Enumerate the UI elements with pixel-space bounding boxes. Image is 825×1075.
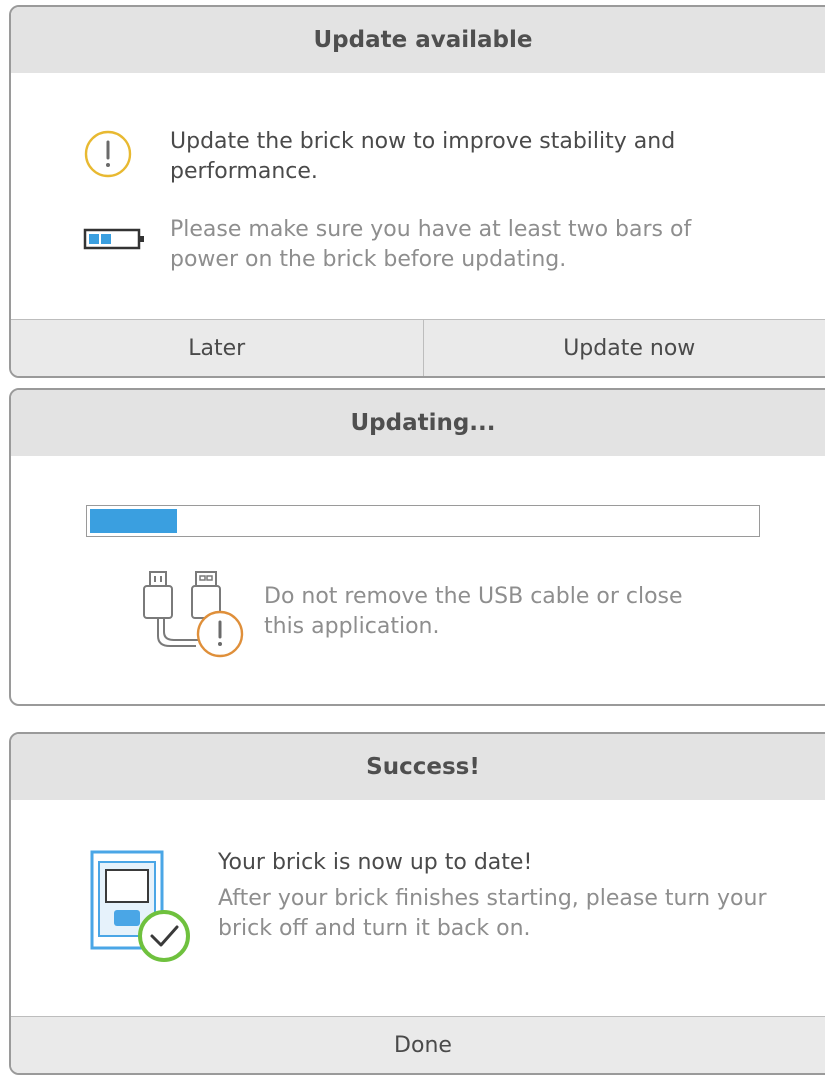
battery-icon (83, 227, 145, 257)
progress-fill (90, 509, 177, 533)
success-button-row: Done (11, 1016, 825, 1073)
usb-cable-warning-icon (136, 570, 246, 660)
dialog-title: Updating... (11, 390, 825, 456)
update-now-button[interactable]: Update now (423, 320, 825, 376)
battery-note-row: Please make sure you have at least two b… (83, 215, 760, 275)
usb-warning-row: Do not remove the USB cable or close thi… (136, 570, 694, 660)
success-headline: Your brick is now up to date! (218, 848, 778, 878)
success-text-block: Your brick is now up to date! After your… (218, 848, 778, 944)
usb-warning-text: Do not remove the USB cable or close thi… (264, 582, 694, 642)
update-message: Update the brick now to improve stabilit… (170, 127, 730, 187)
brick-check-icon (86, 846, 196, 971)
success-instruction: After your brick finishes starting, plea… (218, 884, 778, 944)
done-button[interactable]: Done (11, 1017, 825, 1073)
update-message-row: Update the brick now to improve stabilit… (83, 127, 730, 187)
exclamation-circle-icon (83, 129, 133, 179)
success-message-row: Your brick is now up to date! After your… (86, 846, 778, 971)
dialog-title: Update available (11, 7, 825, 73)
update-available-dialog: Update available Update the brick now to… (9, 5, 825, 378)
success-dialog: Success! Your brick is now up to date! A… (9, 732, 825, 1075)
dialog-title: Success! (11, 734, 825, 800)
later-button[interactable]: Later (11, 320, 423, 376)
progress-bar (86, 505, 760, 537)
updating-dialog: Updating... (9, 388, 825, 706)
battery-note: Please make sure you have at least two b… (170, 215, 760, 275)
update-button-row: Later Update now (11, 319, 825, 376)
